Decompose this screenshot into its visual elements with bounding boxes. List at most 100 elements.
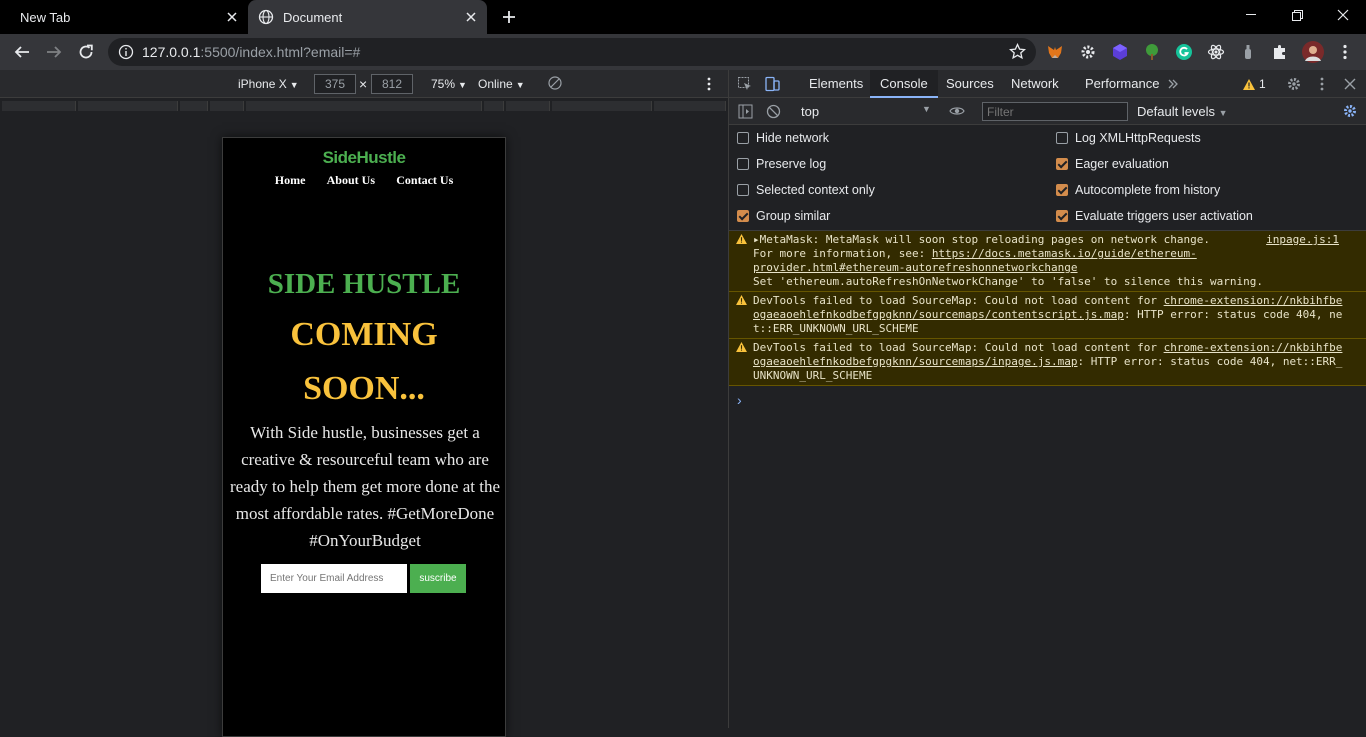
media-query-segment[interactable] [552, 101, 652, 111]
message-source-link[interactable]: inpage.js:1 [1266, 233, 1339, 247]
clear-console-icon[interactable] [765, 103, 781, 119]
tab-document[interactable]: Document [248, 0, 487, 34]
devtools-tabbar: Elements Console Sources Network Perform… [729, 70, 1366, 98]
cube-extension-icon[interactable] [1111, 43, 1129, 61]
tab-network[interactable]: Network [1001, 70, 1069, 98]
sidebar-toggle-icon[interactable] [737, 103, 753, 119]
address-bar[interactable]: 127.0.0.1:5500/index.html?email=# [108, 38, 1036, 66]
message-line: Set 'ethereum.autoRefreshOnNetworkChange… [753, 275, 1263, 288]
avatar[interactable] [1302, 41, 1324, 63]
inspect-element-icon[interactable] [737, 76, 753, 92]
close-icon[interactable] [463, 9, 479, 25]
reload-button[interactable] [74, 40, 98, 64]
media-query-segment[interactable] [654, 101, 726, 111]
console-filter-input[interactable] [982, 102, 1128, 121]
checkbox-checked[interactable] [1056, 210, 1068, 222]
message-text: DevTools failed to load SourceMap: Could… [753, 294, 1164, 307]
caret-down-icon: ▼ [458, 80, 467, 90]
extensions-puzzle-icon[interactable] [1271, 43, 1289, 61]
restore-button[interactable] [1274, 0, 1320, 30]
checkbox-checked[interactable] [1056, 184, 1068, 196]
media-query-segment[interactable] [506, 101, 550, 111]
device-more-icon[interactable] [706, 76, 712, 92]
settings-gear-icon[interactable] [1286, 76, 1302, 92]
setting-log-xmlhttprequests[interactable]: Log XMLHttpRequests [1056, 129, 1201, 147]
media-query-segment[interactable] [78, 101, 178, 111]
setting-label: Group similar [756, 209, 831, 223]
nav-home[interactable]: Home [275, 173, 306, 187]
media-query-segment[interactable] [180, 101, 208, 111]
checkbox[interactable] [737, 132, 749, 144]
url-text: 127.0.0.1:5500/index.html?email=# [142, 44, 360, 60]
setting-hide-network[interactable]: Hide network [737, 129, 829, 147]
tab-new-tab[interactable]: New Tab [0, 0, 248, 34]
gear-extension-icon[interactable] [1079, 43, 1097, 61]
hero-description: With Side hustle, businesses get a creat… [229, 423, 501, 550]
setting-autocomplete-from-history[interactable]: Autocomplete from history [1056, 181, 1220, 199]
media-query-segment[interactable] [246, 101, 482, 111]
setting-label: Preserve log [756, 157, 827, 171]
info-icon[interactable] [118, 44, 134, 60]
more-vertical-icon[interactable] [1336, 43, 1354, 61]
device-select[interactable]: iPhone X ▼ [238, 77, 299, 91]
context-select[interactable]: top [801, 104, 819, 119]
grammarly-icon[interactable] [1175, 43, 1193, 61]
checkbox-checked[interactable] [1056, 158, 1068, 170]
metamask-fox-icon[interactable] [1046, 43, 1064, 61]
close-devtools-icon[interactable] [1342, 76, 1358, 92]
message-text: DevTools failed to load SourceMap: Could… [753, 341, 1164, 354]
log-levels-select[interactable]: Default levels ▼ [1137, 104, 1228, 119]
console-warning[interactable]: DevTools failed to load SourceMap: Could… [729, 292, 1366, 339]
site-logo[interactable]: SideHustle [223, 148, 505, 168]
setting-evaluate-triggers-user-activation[interactable]: Evaluate triggers user activation [1056, 207, 1253, 225]
console-warning[interactable]: DevTools failed to load SourceMap: Could… [729, 339, 1366, 386]
devtools-more-icon[interactable] [1314, 76, 1330, 92]
tab-elements[interactable]: Elements [799, 70, 873, 98]
media-query-segment[interactable] [210, 101, 244, 111]
hero-coming: COMING [290, 316, 438, 353]
rotate-icon[interactable] [548, 76, 562, 90]
tab-title: Document [283, 9, 343, 25]
email-field[interactable] [261, 564, 407, 593]
tab-console[interactable]: Console [870, 70, 938, 98]
subscribe-button[interactable]: suscribe [410, 564, 466, 593]
checkbox-checked[interactable] [737, 210, 749, 222]
console-prompt[interactable]: › [737, 392, 742, 408]
eye-icon[interactable] [949, 103, 965, 119]
device-width-input[interactable]: 375 [314, 74, 356, 94]
bottle-extension-icon[interactable] [1239, 43, 1257, 61]
device-height-input[interactable]: 812 [371, 74, 413, 94]
warning-count[interactable]: 1 [1243, 76, 1266, 92]
setting-group-similar[interactable]: Group similar [737, 207, 830, 225]
checkbox[interactable] [737, 184, 749, 196]
nav-about-us[interactable]: About Us [327, 173, 375, 187]
caret-down-icon[interactable]: ▼ [922, 104, 931, 114]
media-query-segment[interactable] [2, 101, 76, 111]
new-tab-button[interactable] [498, 6, 520, 28]
checkbox[interactable] [1056, 132, 1068, 144]
close-window-button[interactable] [1320, 0, 1366, 30]
more-tabs-chevron-icon[interactable] [1165, 76, 1181, 92]
forward-button[interactable] [42, 40, 66, 64]
checkbox[interactable] [737, 158, 749, 170]
bookmark-star-icon[interactable] [1009, 43, 1026, 60]
react-devtools-icon[interactable] [1207, 43, 1225, 61]
media-query-bar[interactable] [0, 98, 728, 116]
setting-selected-context-only[interactable]: Selected context only [737, 181, 875, 199]
tab-performance[interactable]: Performance [1075, 70, 1169, 98]
tab-sources[interactable]: Sources [936, 70, 1004, 98]
media-query-segment[interactable] [484, 101, 504, 111]
tree-extension-icon[interactable] [1143, 43, 1161, 61]
minimize-button[interactable] [1228, 0, 1274, 30]
close-icon[interactable] [224, 9, 240, 25]
device-toggle-icon[interactable] [764, 76, 780, 92]
console-warning[interactable]: inpage.js:1 ▸MetaMask: MetaMask will soo… [729, 231, 1366, 292]
back-button[interactable] [10, 40, 34, 64]
zoom-select[interactable]: 75% ▼ [431, 77, 467, 91]
setting-eager-evaluation[interactable]: Eager evaluation [1056, 155, 1169, 173]
console-messages: inpage.js:1 ▸MetaMask: MetaMask will soo… [729, 231, 1366, 386]
console-settings-gear-icon[interactable] [1342, 103, 1358, 119]
setting-preserve-log[interactable]: Preserve log [737, 155, 826, 173]
network-throttle-select[interactable]: Online ▼ [478, 77, 525, 91]
nav-contact-us[interactable]: Contact Us [396, 173, 453, 187]
